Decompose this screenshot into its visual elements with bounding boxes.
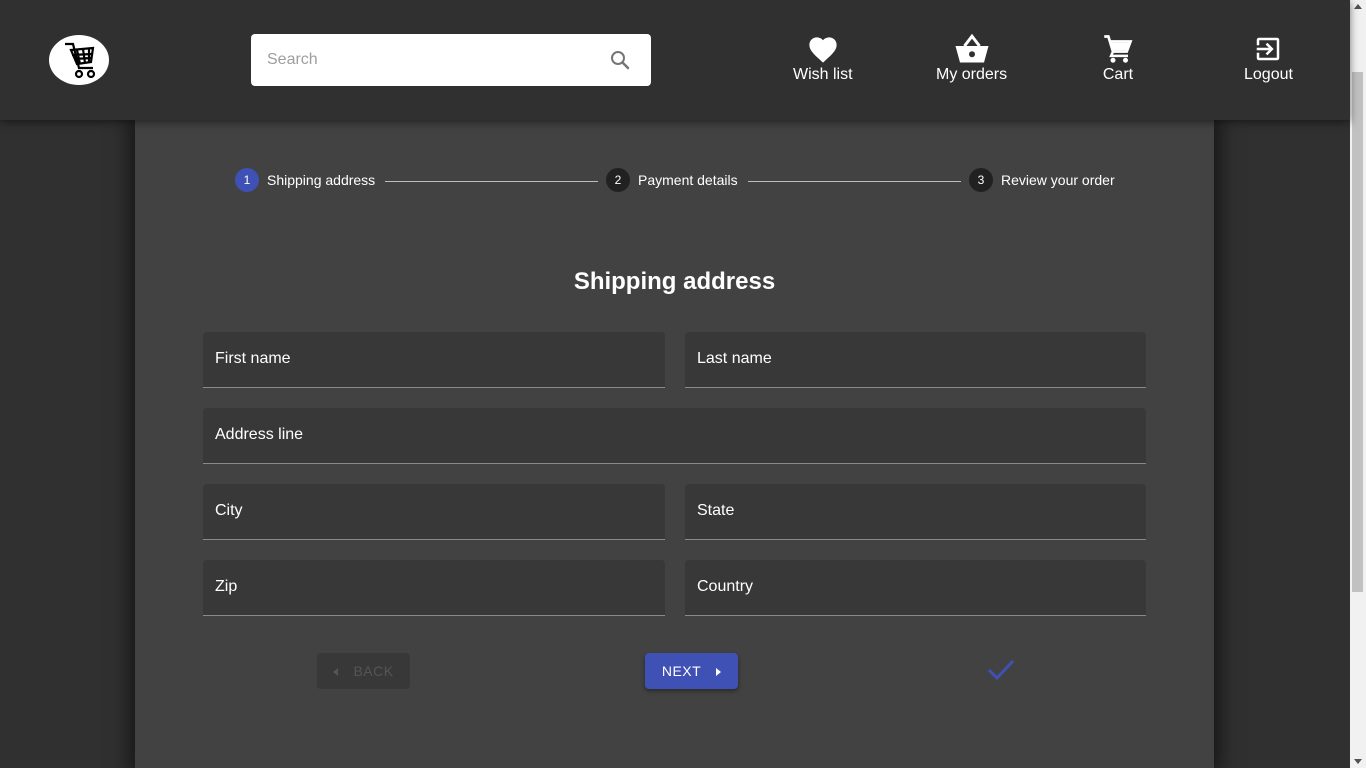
nav-logout[interactable]: Logout <box>1244 34 1293 84</box>
first-name-label: First name <box>215 350 291 367</box>
step-number: 3 <box>969 168 993 192</box>
address-line-field[interactable]: Address line <box>203 408 1146 464</box>
scroll-down-icon[interactable] <box>1354 759 1362 764</box>
shopping-cart-logo-icon[interactable] <box>49 35 109 85</box>
step-number: 1 <box>235 168 259 192</box>
zip-field[interactable]: Zip <box>203 560 665 616</box>
basket-icon <box>954 34 990 64</box>
last-name-label: Last name <box>697 350 772 367</box>
step-payment-details: 2 Payment details <box>606 168 738 192</box>
checkout-stepper: 1 Shipping address 2 Payment details 3 R… <box>135 168 1214 196</box>
country-label: Country <box>697 578 754 595</box>
step-shipping-address: 1 Shipping address <box>235 168 375 192</box>
nav-cart-label: Cart <box>1102 66 1134 83</box>
search-icon[interactable] <box>608 48 632 77</box>
step-review-order: 3 Review your order <box>969 168 1115 192</box>
step-label: Payment details <box>638 172 738 188</box>
next-button-label: NEXT <box>661 663 702 679</box>
scrollbar-thumb[interactable] <box>1352 72 1363 592</box>
nav-wish-list[interactable]: Wish list <box>793 34 853 84</box>
page-scrollbar[interactable] <box>1350 0 1366 768</box>
nav-logout-label: Logout <box>1244 66 1293 83</box>
check-icon <box>986 657 1016 688</box>
cart-icon <box>1102 34 1134 64</box>
checkout-panel: 1 Shipping address 2 Payment details 3 R… <box>135 120 1214 768</box>
city-label: City <box>215 502 243 519</box>
nav-cart[interactable]: Cart <box>1102 34 1134 84</box>
step-number: 2 <box>606 168 630 192</box>
nav-my-orders-label: My orders <box>936 66 1008 83</box>
nav-wish-list-label: Wish list <box>793 66 853 83</box>
first-name-field[interactable]: First name <box>203 332 665 388</box>
chevron-left-icon <box>333 663 339 679</box>
last-name-field[interactable]: Last name <box>685 332 1146 388</box>
back-button-label: BACK <box>353 663 394 679</box>
form-title: Shipping address <box>573 268 776 295</box>
logout-icon <box>1253 34 1283 64</box>
step-connector <box>385 181 598 182</box>
city-field[interactable]: City <box>203 484 665 540</box>
state-label: State <box>697 502 735 519</box>
step-connector <box>748 181 961 182</box>
nav-my-orders[interactable]: My orders <box>936 34 1007 84</box>
back-button[interactable]: BACK <box>317 653 410 689</box>
search-box <box>251 34 651 86</box>
app-header: Wish list My orders Cart <box>0 0 1350 120</box>
zip-label: Zip <box>215 578 238 595</box>
scroll-up-icon[interactable] <box>1354 4 1362 9</box>
country-field[interactable]: Country <box>685 560 1146 616</box>
address-line-label: Address line <box>215 426 304 443</box>
chevron-right-icon <box>715 663 722 679</box>
step-label: Shipping address <box>267 172 376 188</box>
state-field[interactable]: State <box>685 484 1146 540</box>
search-input[interactable] <box>251 34 591 86</box>
next-button[interactable]: NEXT <box>645 653 738 689</box>
step-label: Review your order <box>1001 172 1115 188</box>
heart-icon <box>806 34 840 64</box>
